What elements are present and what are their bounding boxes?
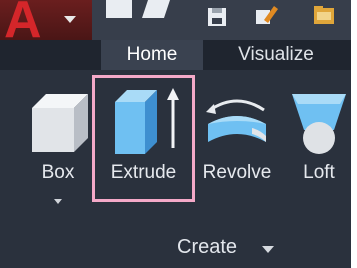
save-icon[interactable]: [206, 6, 230, 28]
open-folder-icon[interactable]: [142, 0, 172, 22]
tool-label-box: Box: [41, 162, 75, 183]
box-icon: [32, 94, 88, 152]
chevron-down-icon[interactable]: [262, 246, 274, 253]
tab-home[interactable]: Home: [101, 40, 203, 70]
ribbon-frame: A Home Visualize Box Extrude Revolve Lof…: [0, 0, 351, 268]
revolve-button[interactable]: Revolve: [196, 86, 278, 204]
extrude-icon: [115, 88, 179, 154]
tab-visualize[interactable]: Visualize: [214, 40, 338, 70]
application-menu-button[interactable]: A: [0, 0, 92, 46]
open-icon[interactable]: [312, 4, 336, 26]
loft-button[interactable]: Loft: [284, 86, 354, 204]
ribbon-tab-bar: Home Visualize: [0, 40, 351, 70]
revolve-icon: [206, 99, 266, 142]
chevron-down-icon: [54, 199, 62, 204]
chevron-down-icon: [64, 16, 76, 23]
edit-icon[interactable]: [254, 4, 278, 26]
box-button[interactable]: Box: [22, 86, 94, 204]
new-icon[interactable]: [104, 0, 134, 22]
panel-title[interactable]: Create: [177, 236, 237, 259]
loft-icon: [292, 94, 346, 154]
tool-label-loft: Loft: [303, 162, 335, 183]
create-panel-footer[interactable]: [0, 230, 351, 268]
tool-label-extrude: Extrude: [110, 162, 177, 183]
tool-label-revolve: Revolve: [202, 162, 272, 183]
extrude-button[interactable]: Extrude: [92, 75, 195, 202]
quick-access-toolbar: A: [0, 0, 351, 46]
